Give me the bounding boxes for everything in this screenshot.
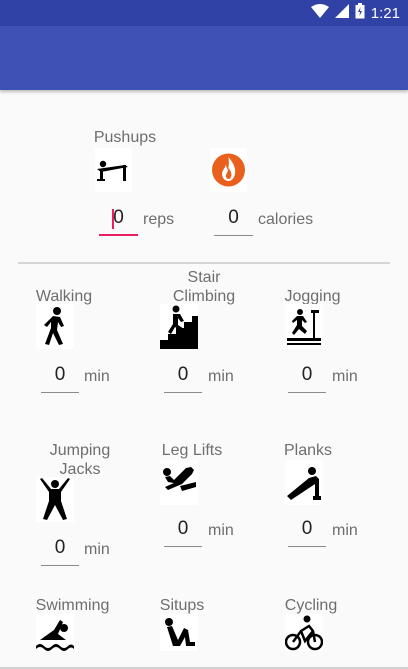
situps-label: Situps <box>159 597 205 614</box>
planks-input[interactable]: 0 <box>288 518 326 547</box>
divider <box>18 262 390 264</box>
walking-input[interactable]: 0 <box>41 364 79 393</box>
app-bar <box>0 26 408 90</box>
leg-lifts-unit: min <box>208 522 234 539</box>
cycling-label: Cycling <box>284 597 338 614</box>
leg-lifts-icon <box>160 460 198 505</box>
jumping-jacks-input[interactable]: 0 <box>41 537 79 566</box>
pushups-calories-input[interactable]: 0 <box>214 207 253 236</box>
pushups-reps-input[interactable]: 0 <box>99 207 138 236</box>
reps-unit-label: reps <box>143 211 175 228</box>
walking-icon <box>36 304 74 349</box>
treadmill-icon <box>285 304 323 349</box>
text-cursor <box>112 209 114 229</box>
pushups-label: Pushups <box>93 129 157 146</box>
jumping-jacks-unit: min <box>84 541 110 558</box>
wifi-icon <box>310 3 329 23</box>
status-icons: 1:21 <box>310 2 400 24</box>
stair-climbing-input[interactable]: 0 <box>164 364 202 393</box>
jogging-unit: min <box>332 368 358 385</box>
planks-icon <box>285 460 323 505</box>
pushup-icon <box>95 148 132 192</box>
swimming-label: Swimming <box>35 597 110 614</box>
planks-unit: min <box>332 522 358 539</box>
battery-icon <box>355 2 365 24</box>
jumping-jacks-label: Jumping Jacks <box>49 442 111 478</box>
leg-lifts-label: Leg Lifts <box>161 442 223 459</box>
jogging-input[interactable]: 0 <box>288 364 326 393</box>
stair-climbing-icon <box>160 304 198 349</box>
status-bar: 1:21 <box>0 0 408 26</box>
swimming-icon <box>36 614 74 651</box>
planks-label: Planks <box>283 442 333 459</box>
situps-icon <box>160 614 198 651</box>
walking-unit: min <box>84 368 110 385</box>
jumping-jacks-icon <box>36 477 74 522</box>
leg-lifts-input[interactable]: 0 <box>164 518 202 547</box>
stair-climbing-label: Stair Climbing <box>172 269 236 305</box>
stair-climbing-unit: min <box>208 368 234 385</box>
status-time: 1:21 <box>370 4 400 22</box>
flame-icon <box>210 148 247 192</box>
cycling-icon <box>285 614 323 651</box>
calories-unit-label: calories <box>258 211 314 228</box>
signal-icon <box>334 3 349 23</box>
